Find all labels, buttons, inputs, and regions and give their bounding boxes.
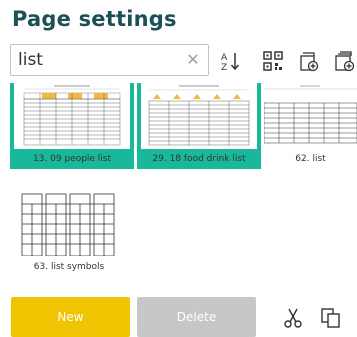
- svg-text:A: A: [221, 53, 228, 63]
- page-label: 63. list symbols: [33, 262, 105, 272]
- page-thumbnail: [18, 186, 120, 257]
- search-box[interactable]: ✕: [10, 44, 209, 76]
- add-page-icon[interactable]: [298, 50, 320, 72]
- page-thumbnail: [14, 83, 130, 149]
- new-button[interactable]: New: [11, 297, 130, 337]
- page-tile[interactable]: 29. 18 food drink list: [137, 83, 261, 169]
- add-page-template-icon[interactable]: [334, 50, 356, 72]
- page-thumbnail: [141, 83, 257, 149]
- qr-code-icon[interactable]: [262, 50, 284, 72]
- page-label: 13. 09 people list: [32, 154, 112, 164]
- copy-icon[interactable]: [320, 307, 342, 329]
- page-thumbnail: [263, 83, 357, 149]
- page-label: 62. list: [295, 154, 326, 164]
- delete-button[interactable]: Delete: [137, 297, 256, 337]
- page-tile[interactable]: 62. list: [263, 83, 357, 169]
- sort-az-icon[interactable]: A Z: [220, 50, 242, 72]
- scissors-icon[interactable]: [282, 307, 304, 329]
- close-icon[interactable]: ✕: [184, 51, 202, 69]
- page-title: Page settings: [12, 7, 177, 31]
- search-input[interactable]: [11, 49, 190, 71]
- svg-text:Z: Z: [221, 63, 227, 72]
- page-tile[interactable]: 13. 09 people list: [10, 83, 134, 169]
- page-tile[interactable]: 63. list symbols: [10, 186, 128, 272]
- page-label: 29. 18 food drink list: [152, 154, 246, 164]
